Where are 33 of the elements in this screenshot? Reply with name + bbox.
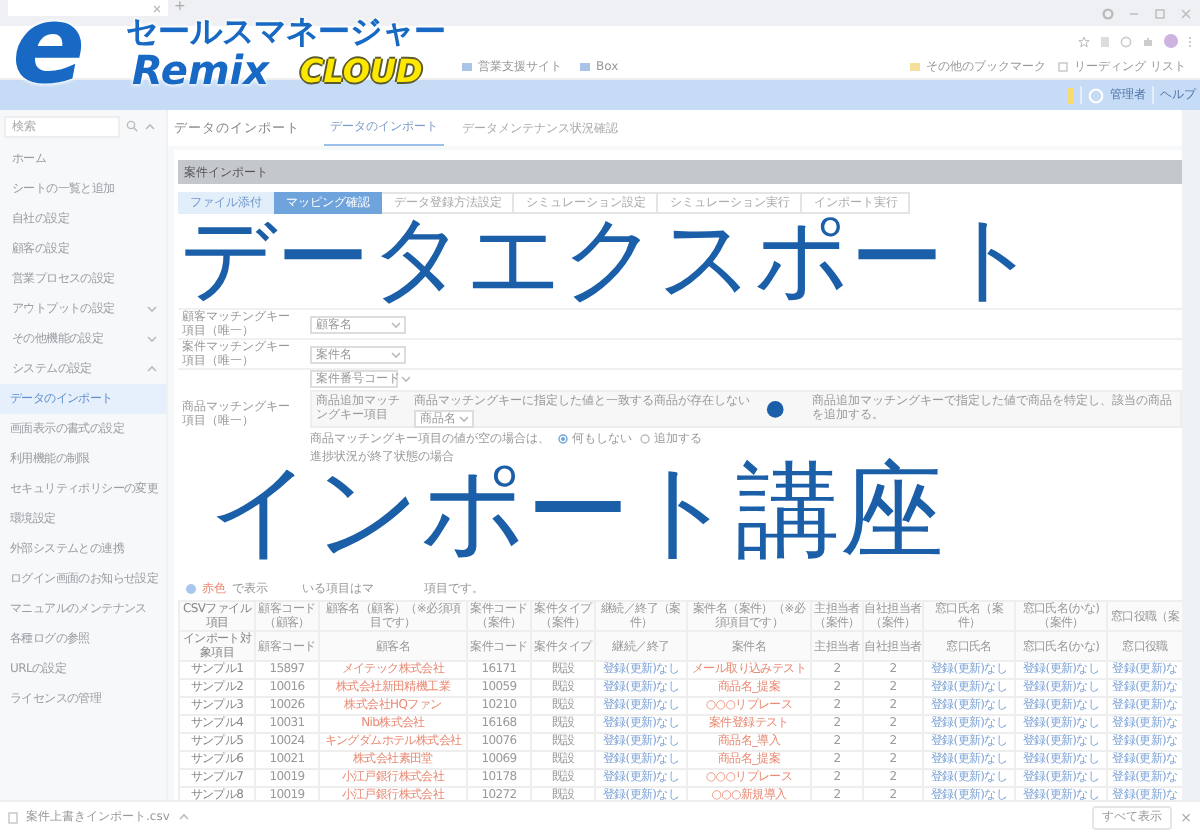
chevron-down-icon (146, 304, 158, 314)
radio-checked-icon[interactable] (558, 433, 568, 443)
dropdown-caret-icon (390, 319, 400, 329)
logo-text: セールスマネージャー (126, 16, 446, 48)
title-text: ・ (760, 398, 788, 426)
title-text: データエクスポート (180, 212, 1040, 306)
restore-icon[interactable] (1154, 7, 1166, 19)
bookmark-icon (462, 62, 472, 72)
folder-icon (580, 62, 590, 72)
browser-tab[interactable] (8, 0, 168, 16)
chevron-up-icon (146, 364, 158, 374)
title-text: インポート講座 (208, 460, 944, 564)
search-icon[interactable] (126, 120, 138, 132)
logo-text: Remix (132, 50, 270, 90)
avatar-icon[interactable] (1164, 34, 1178, 48)
user-circle-icon[interactable] (1088, 87, 1104, 103)
close-icon[interactable] (152, 3, 162, 13)
caret-up-icon[interactable] (177, 812, 190, 822)
dropdown-caret-icon (390, 349, 400, 359)
gear-icon[interactable] (1102, 7, 1114, 19)
close-icon[interactable] (1180, 7, 1192, 19)
star-icon[interactable] (1078, 35, 1090, 47)
file-icon (8, 811, 18, 823)
logo-text: CLOUD (300, 56, 423, 88)
folder-icon (910, 62, 921, 72)
logo-mark: e (12, 0, 86, 100)
radio-icon[interactable] (640, 433, 650, 443)
minimize-icon[interactable] (1128, 7, 1140, 19)
info-icon (186, 584, 196, 594)
chevron-down-icon (146, 334, 158, 344)
dropdown-caret-icon (400, 374, 410, 384)
collapse-icon[interactable] (144, 121, 156, 131)
dropdown-caret-icon (458, 414, 468, 424)
